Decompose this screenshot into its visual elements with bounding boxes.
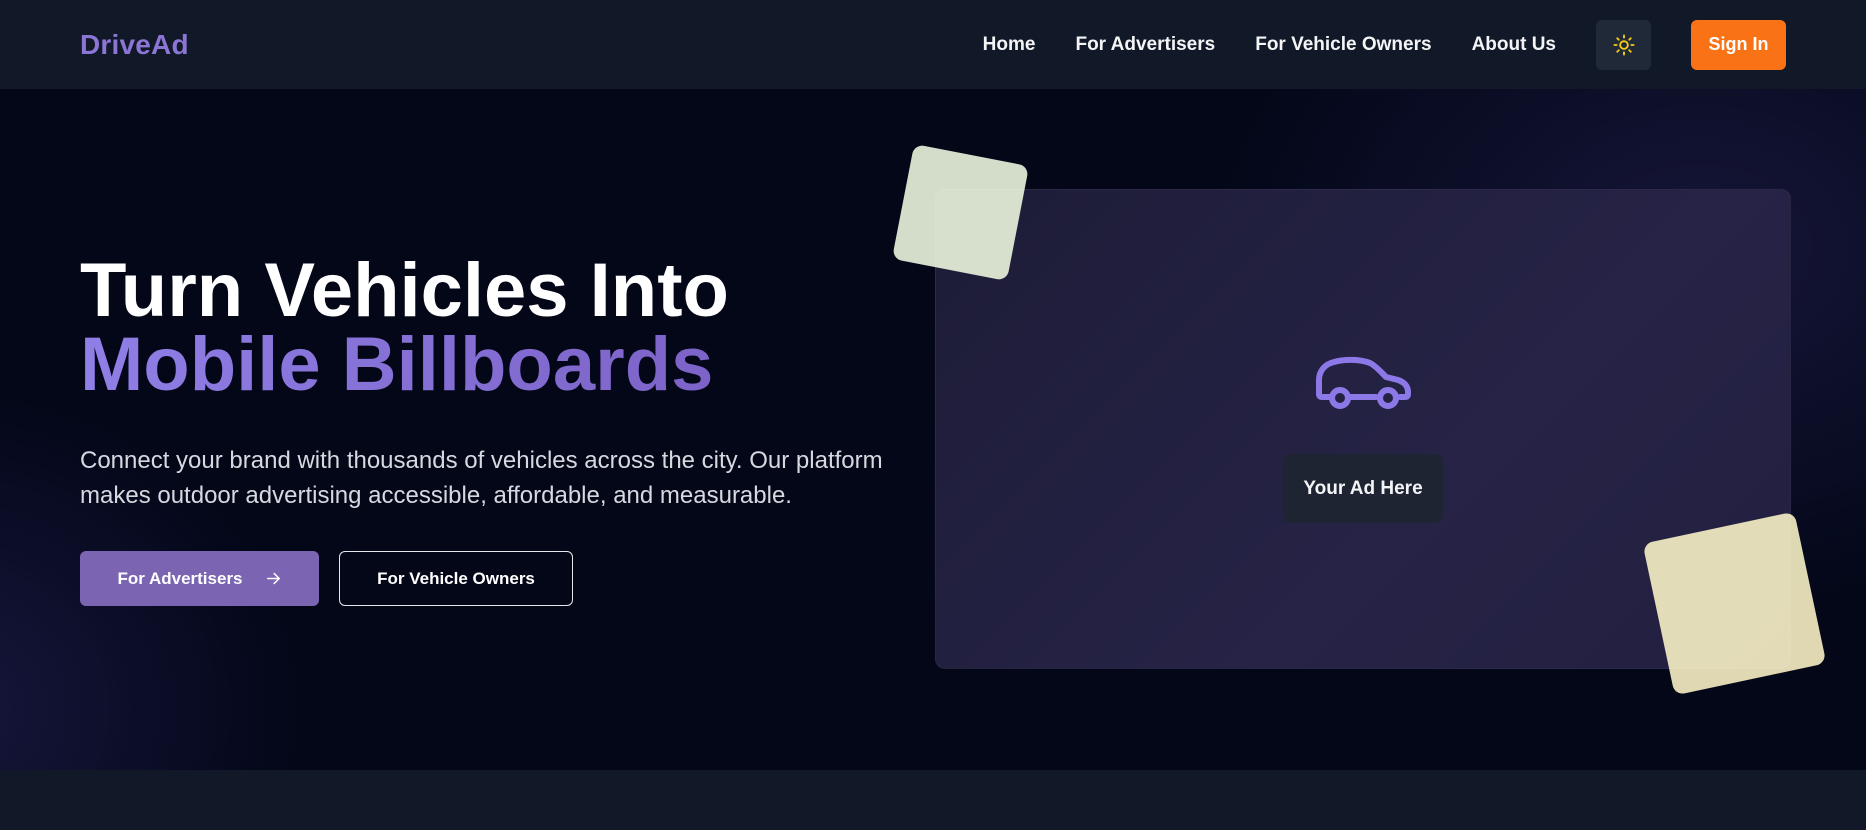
hero-headline: Turn Vehicles Into Mobile Billboards (80, 248, 729, 403)
decorative-square-yellow (1642, 511, 1827, 696)
sun-icon (1612, 33, 1635, 56)
arrow-right-icon (265, 570, 282, 587)
theme-toggle-button[interactable] (1596, 19, 1651, 70)
nav-link-home[interactable]: Home (983, 34, 1036, 56)
ad-preview-badge: Your Ad Here (1283, 454, 1443, 523)
hero-subtitle: Connect your brand with thousands of veh… (80, 447, 883, 509)
nav-link-about-us[interactable]: About Us (1472, 34, 1556, 56)
hero-headline-line2: Mobile Billboards (80, 327, 729, 403)
hero-section: Turn Vehicles Into Mobile Billboards Con… (0, 89, 1866, 770)
for-vehicle-owners-button[interactable]: For Vehicle Owners (339, 551, 573, 606)
nav-link-for-advertisers[interactable]: For Advertisers (1075, 34, 1215, 56)
nav-links: Home For Advertisers For Vehicle Owners … (983, 34, 1556, 56)
top-navbar: DriveAd Home For Advertisers For Vehicle… (0, 0, 1866, 89)
sign-in-button[interactable]: Sign In (1691, 19, 1786, 70)
decorative-square-green (891, 143, 1030, 282)
nav-link-for-vehicle-owners[interactable]: For Vehicle Owners (1255, 34, 1431, 56)
hero-cta-row: For Advertisers For Vehicle Owners (80, 551, 573, 606)
for-advertisers-button[interactable]: For Advertisers (80, 551, 319, 606)
hero-headline-line1: Turn Vehicles Into (80, 248, 729, 333)
for-advertisers-button-label: For Advertisers (117, 568, 243, 588)
brand-logo[interactable]: DriveAd (80, 29, 189, 61)
next-section-edge (0, 770, 1866, 830)
car-icon (1316, 356, 1411, 409)
